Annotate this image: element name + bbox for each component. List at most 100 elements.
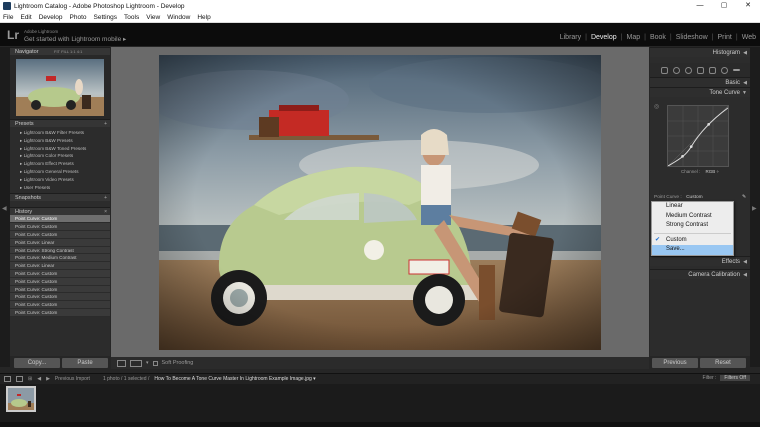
menu-photo[interactable]: Photo — [70, 14, 87, 21]
camera-calibration-header[interactable]: Camera Calibration ◀ — [650, 269, 750, 279]
effects-collapse-icon[interactable]: ◀ — [743, 257, 747, 267]
snapshots-header[interactable]: Snapshots + — [10, 193, 110, 202]
history-item[interactable]: Point Curve: Custom — [10, 301, 110, 309]
secondary-display-icon[interactable] — [16, 376, 23, 382]
radial-filter-icon[interactable] — [720, 66, 728, 74]
spot-removal-icon[interactable] — [684, 66, 692, 74]
history-clear-icon[interactable]: × — [104, 208, 107, 216]
menu-develop[interactable]: Develop — [39, 14, 63, 21]
history-item[interactable]: Point Curve: Strong Contrast — [10, 246, 110, 255]
previous-button[interactable]: Previous — [652, 358, 698, 368]
preset-folder[interactable]: ▸ Lightroom General Presets — [10, 168, 110, 176]
zoom-1-1[interactable]: 1:1 — [70, 49, 76, 54]
history-item[interactable]: Point Curve: Custom — [10, 308, 110, 317]
module-slideshow[interactable]: Slideshow — [676, 34, 708, 41]
red-eye-icon[interactable] — [696, 66, 704, 74]
targeted-adjustment-icon[interactable]: ◎ — [654, 103, 659, 110]
effects-header[interactable]: Effects ◀ — [650, 256, 750, 266]
snapshots-add-icon[interactable]: + — [104, 194, 107, 202]
history-item[interactable]: Point Curve: Custom — [10, 285, 110, 294]
preset-folder[interactable]: ▸ Lightroom Color Presets — [10, 152, 110, 160]
preset-folder[interactable]: ▸ Lightroom Effect Presets — [10, 160, 110, 168]
before-after-dropdown-icon[interactable]: ▾ — [146, 360, 149, 366]
filter-select[interactable]: Filters Off — [720, 375, 750, 381]
left-panel-toggle-strip[interactable]: ◀ — [0, 47, 10, 367]
history-item[interactable]: Point Curve: Custom — [10, 223, 110, 231]
module-develop[interactable]: Develop — [591, 34, 617, 41]
history-header[interactable]: History × — [10, 207, 110, 216]
module-book[interactable]: Book — [650, 34, 666, 41]
close-button[interactable]: ✕ — [736, 0, 760, 12]
crop-icon[interactable] — [672, 66, 680, 74]
menu-tools[interactable]: Tools — [124, 14, 139, 21]
navigator-header[interactable]: Navigator FIT FILL 1:1 4:1 — [10, 47, 110, 55]
presets-header[interactable]: Presets + — [10, 119, 110, 127]
collapse-right-arrow-icon[interactable]: ▶ — [752, 205, 757, 212]
grid-view-icon[interactable]: ⊞ — [28, 376, 32, 382]
history-item[interactable]: Point Curve: Custom — [10, 269, 110, 278]
menu-help[interactable]: Help — [197, 14, 210, 21]
zoom-fit[interactable]: FIT — [54, 49, 60, 54]
reset-button[interactable]: Reset — [700, 358, 746, 368]
dropdown-item-strong-contrast[interactable]: Strong Contrast — [652, 221, 733, 231]
primary-display-icon[interactable] — [4, 376, 11, 382]
previous-import-label[interactable]: Previous Import — [55, 376, 90, 382]
back-arrow-icon[interactable]: ◀ — [37, 376, 41, 382]
history-item[interactable]: Point Curve: Custom — [10, 215, 110, 224]
tone-curve-header[interactable]: Tone Curve ▼ — [650, 87, 750, 97]
preset-folder[interactable]: ▸ Lightroom B&W Presets — [10, 137, 110, 145]
histogram-collapse-icon[interactable]: ◀ — [743, 48, 747, 58]
histogram-header[interactable]: Histogram ◀ — [650, 47, 750, 57]
point-curve-select[interactable]: Custom — [686, 195, 703, 200]
file-name[interactable]: How To Become A Tone Curve Master In Lig… — [154, 376, 315, 382]
dropdown-item-custom[interactable]: ✔ Custom — [652, 236, 733, 246]
zoom-4-1[interactable]: 4:1 — [77, 49, 83, 54]
filmstrip-thumbnail[interactable] — [6, 386, 36, 412]
preset-folder[interactable]: ▸ User Presets — [10, 184, 110, 192]
channel-select[interactable]: RGB ÷ — [706, 169, 719, 174]
navigator-preview[interactable] — [10, 55, 110, 119]
dropdown-item-medium-contrast[interactable]: Medium Contrast — [652, 212, 733, 222]
preset-folder[interactable]: ▸ Lightroom B&W Toned Presets — [10, 145, 110, 153]
history-item[interactable]: Point Curve: Medium Contrast — [10, 254, 110, 263]
maximize-button[interactable]: ▢ — [712, 0, 736, 12]
history-item[interactable]: Point Curve: Linear — [10, 262, 110, 270]
soft-proofing-checkbox[interactable] — [152, 360, 158, 366]
history-item[interactable]: Point Curve: Linear — [10, 238, 110, 247]
history-item[interactable]: Point Curve: Custom — [10, 277, 110, 286]
image-viewer[interactable] — [111, 47, 649, 357]
main-photo[interactable] — [159, 55, 601, 350]
minimize-button[interactable]: — — [688, 0, 712, 12]
tone-curve-graph[interactable] — [667, 105, 729, 167]
dropdown-item-save[interactable]: Save... — [652, 245, 733, 255]
module-print[interactable]: Print — [717, 34, 731, 41]
preset-folder[interactable]: ▸ Lightroom B&W Filter Presets — [10, 129, 110, 137]
module-web[interactable]: Web — [742, 34, 756, 41]
basic-header[interactable]: Basic ◀ — [650, 77, 750, 87]
module-library[interactable]: Library — [560, 34, 581, 41]
menu-settings[interactable]: Settings — [94, 14, 118, 21]
menu-edit[interactable]: Edit — [20, 14, 31, 21]
adjustment-brush-icon[interactable] — [732, 69, 740, 71]
menu-file[interactable]: File — [3, 14, 13, 21]
camera-calibration-collapse-icon[interactable]: ◀ — [743, 270, 747, 280]
presets-add-icon[interactable]: + — [104, 120, 107, 128]
history-item[interactable]: Point Curve: Custom — [10, 293, 110, 302]
before-after-icon[interactable] — [130, 359, 142, 367]
navigator-thumbnail[interactable] — [16, 59, 104, 116]
loupe-view-icon[interactable] — [117, 359, 126, 367]
graduated-filter-icon[interactable] — [708, 66, 716, 74]
edit-point-curve-icon[interactable]: ✎ — [742, 195, 746, 200]
dropdown-item-linear[interactable]: Linear — [652, 202, 733, 212]
copy-settings-button[interactable]: Copy... — [14, 358, 60, 368]
paste-settings-button[interactable]: Paste — [62, 358, 108, 368]
menu-view[interactable]: View — [146, 14, 160, 21]
grid-overlay-icon[interactable] — [660, 66, 668, 74]
history-item[interactable]: Point Curve: Custom — [10, 230, 110, 239]
forward-arrow-icon[interactable]: ▶ — [46, 376, 50, 382]
zoom-fill[interactable]: FILL — [61, 49, 69, 54]
collapse-left-arrow-icon[interactable]: ◀ — [2, 205, 7, 212]
menu-window[interactable]: Window — [167, 14, 190, 21]
module-map[interactable]: Map — [626, 34, 640, 41]
preset-folder[interactable]: ▸ Lightroom Video Presets — [10, 176, 110, 184]
